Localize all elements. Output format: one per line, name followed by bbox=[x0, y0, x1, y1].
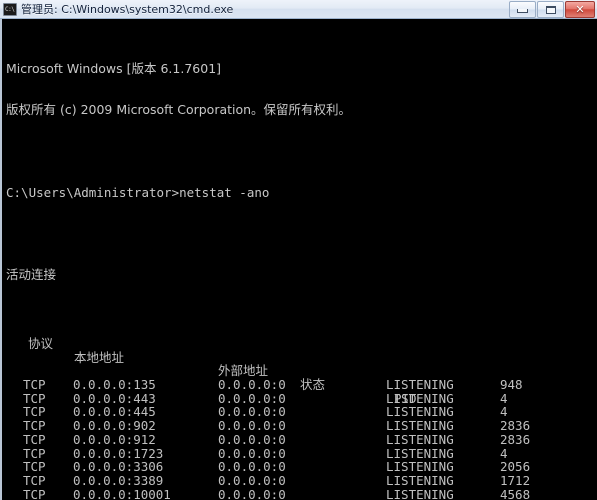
cell-local-address: 0.0.0.0:135 bbox=[73, 376, 156, 392]
cell-state: LISTENING bbox=[386, 376, 454, 392]
title-bar[interactable]: 管理员: C:\Windows\system32\cmd.exe ✕ bbox=[0, 0, 597, 19]
cell-local-address: 0.0.0.0:3389 bbox=[73, 473, 164, 489]
cell-pid: 4568 bbox=[500, 486, 531, 500]
cell-local-address: 0.0.0.0:10001 bbox=[73, 486, 171, 500]
cell-local-address: 0.0.0.0:445 bbox=[73, 404, 156, 420]
cell-protocol: TCP bbox=[23, 431, 46, 447]
console-output-area[interactable]: Microsoft Windows [版本 6.1.7601] 版权所有 (c)… bbox=[0, 19, 597, 500]
section-title: 活动连接 bbox=[6, 267, 57, 283]
minimize-icon bbox=[517, 8, 528, 13]
cell-pid: 1712 bbox=[500, 473, 531, 489]
cell-protocol: TCP bbox=[23, 486, 46, 500]
table-row: TCP 0.0.0.0:443 0.0.0.0:0 LISTENING 4 bbox=[6, 390, 597, 406]
cmd-console-icon bbox=[3, 2, 17, 16]
header-local-address: 本地地址 bbox=[74, 349, 125, 365]
cell-local-address: 0.0.0.0:902 bbox=[73, 418, 156, 434]
table-row: TCP 0.0.0.0:912 0.0.0.0:0 LISTENING 2836 bbox=[6, 433, 597, 447]
minimize-button[interactable] bbox=[509, 0, 536, 18]
table-row: TCP 0.0.0.0:3389 0.0.0.0:0 LISTENING 1712 bbox=[6, 474, 597, 488]
cell-state: LISTENING bbox=[386, 459, 454, 475]
close-button[interactable]: ✕ bbox=[565, 0, 595, 18]
close-icon: ✕ bbox=[575, 2, 585, 16]
cell-foreign-address: 0.0.0.0:0 bbox=[218, 431, 286, 447]
cell-protocol: TCP bbox=[23, 376, 46, 392]
connection-table: TCP 0.0.0.0:135 0.0.0.0:0 LISTENING 948 TCP 0.… bbox=[6, 378, 597, 500]
cell-foreign-address: 0.0.0.0:0 bbox=[218, 445, 286, 461]
cell-protocol: TCP bbox=[23, 459, 46, 475]
cell-state: LISTENING bbox=[386, 486, 454, 500]
cell-state: LISTENING bbox=[386, 404, 454, 420]
cell-foreign-address: 0.0.0.0:0 bbox=[218, 390, 286, 406]
cell-pid: 948 bbox=[500, 376, 523, 392]
cell-pid: 4 bbox=[500, 445, 508, 461]
header-protocol: 协议 bbox=[28, 335, 54, 351]
cell-pid: 4 bbox=[500, 404, 508, 420]
cell-protocol: TCP bbox=[23, 390, 46, 406]
cell-pid: 4 bbox=[500, 390, 508, 406]
cell-state: LISTENING bbox=[386, 390, 454, 406]
cell-foreign-address: 0.0.0.0:0 bbox=[218, 404, 286, 420]
window-controls: ✕ bbox=[508, 0, 597, 18]
cell-local-address: 0.0.0.0:443 bbox=[73, 390, 156, 406]
maximize-button[interactable] bbox=[537, 0, 564, 18]
banner-line-2: 版权所有 (c) 2009 Microsoft Corporation。保留所有… bbox=[6, 102, 352, 118]
cell-protocol: TCP bbox=[23, 473, 46, 489]
cell-local-address: 0.0.0.0:912 bbox=[73, 431, 156, 447]
maximize-icon bbox=[546, 5, 556, 14]
cell-foreign-address: 0.0.0.0:0 bbox=[218, 486, 286, 500]
cell-local-address: 0.0.0.0:1723 bbox=[73, 445, 164, 461]
cell-state: LISTENING bbox=[386, 445, 454, 461]
window-title: 管理员: C:\Windows\system32\cmd.exe bbox=[21, 2, 234, 16]
cell-foreign-address: 0.0.0.0:0 bbox=[218, 376, 286, 392]
cell-state: LISTENING bbox=[386, 418, 454, 434]
cell-foreign-address: 0.0.0.0:0 bbox=[218, 459, 286, 475]
cell-state: LISTENING bbox=[386, 431, 454, 447]
table-row: TCP 0.0.0.0:10001 0.0.0.0:0 LISTENING 4568 bbox=[6, 486, 597, 500]
cell-pid: 2836 bbox=[500, 418, 531, 434]
cell-pid: 2056 bbox=[500, 459, 531, 475]
cell-protocol: TCP bbox=[23, 404, 46, 420]
table-row: TCP 0.0.0.0:902 0.0.0.0:0 LISTENING 2836 bbox=[6, 419, 597, 433]
command-prompt-line: C:\Users\Administrator>netstat -ano bbox=[6, 184, 270, 200]
table-row: TCP 0.0.0.0:135 0.0.0.0:0 LISTENING 948 bbox=[6, 378, 597, 392]
cell-state: LISTENING bbox=[386, 473, 454, 489]
cell-protocol: TCP bbox=[23, 445, 46, 461]
cell-local-address: 0.0.0.0:3306 bbox=[73, 459, 164, 475]
table-header-row: 协议 本地地址 外部地址 状态 PID bbox=[6, 323, 597, 405]
banner-line-1: Microsoft Windows [版本 6.1.7601] bbox=[6, 61, 222, 77]
table-row: TCP 0.0.0.0:1723 0.0.0.0:0 LISTENING 4 bbox=[6, 445, 597, 461]
cmd-window: 管理员: C:\Windows\system32\cmd.exe ✕ Micro… bbox=[0, 0, 597, 500]
table-row: TCP 0.0.0.0:3306 0.0.0.0:0 LISTENING 2056 bbox=[6, 460, 597, 474]
cell-pid: 2836 bbox=[500, 431, 531, 447]
cell-foreign-address: 0.0.0.0:0 bbox=[218, 418, 286, 434]
table-row: TCP 0.0.0.0:445 0.0.0.0:0 LISTENING 4 bbox=[6, 405, 597, 419]
cell-protocol: TCP bbox=[23, 418, 46, 434]
console-text: Microsoft Windows [版本 6.1.7601] 版权所有 (c)… bbox=[2, 19, 597, 500]
header-foreign-address: 外部地址 bbox=[218, 363, 269, 379]
cell-foreign-address: 0.0.0.0:0 bbox=[218, 473, 286, 489]
